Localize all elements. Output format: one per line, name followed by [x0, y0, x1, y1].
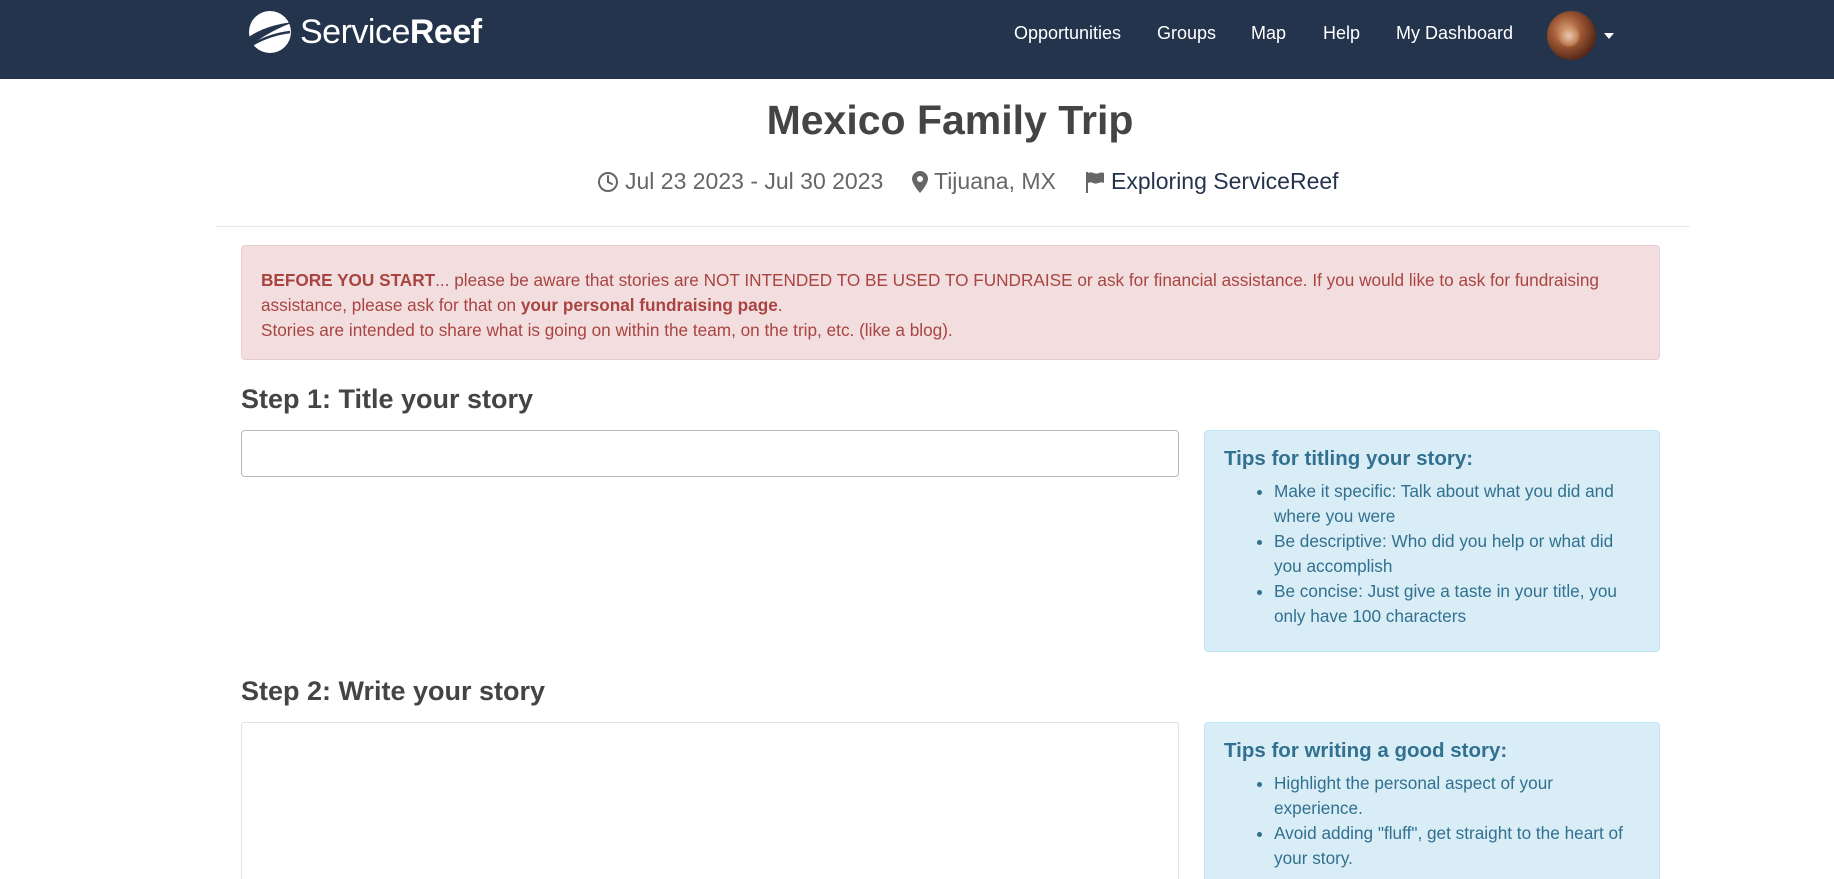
- trip-location: Tijuana, MX: [912, 168, 1056, 195]
- list-item: Avoid adding "fluff", get straight to th…: [1274, 821, 1640, 871]
- alert-text: ... please be aware that stories are NOT…: [261, 270, 1599, 315]
- story-editor[interactable]: [241, 722, 1179, 879]
- page-title: Mexico Family Trip: [766, 97, 1134, 143]
- top-navbar: ServiceReef Opportunities Groups Map Hel…: [0, 0, 1834, 79]
- clock-icon: [598, 171, 618, 192]
- trip-meta: Jul 23 2023 - Jul 30 2023 Tijuana, MX Ex…: [0, 168, 1834, 200]
- flag-icon: [1086, 171, 1104, 193]
- alert-text-secondary: Stories are intended to share what is go…: [261, 320, 953, 340]
- list-item: Make it specific: Talk about what you di…: [1274, 479, 1640, 529]
- nav-my-dashboard[interactable]: My Dashboard: [1396, 23, 1513, 44]
- alert-lead: BEFORE YOU START: [261, 270, 436, 290]
- nav-help[interactable]: Help: [1323, 23, 1360, 44]
- map-marker-icon: [912, 170, 928, 193]
- nav-map[interactable]: Map: [1251, 23, 1286, 44]
- header-divider: [216, 226, 1690, 227]
- writing-tips-heading: Tips for writing a good story:: [1224, 739, 1508, 762]
- trip-dates-text: Jul 23 2023 - Jul 30 2023: [625, 168, 884, 194]
- user-menu-toggle[interactable]: [1547, 11, 1614, 60]
- caret-down-icon: [1604, 32, 1614, 39]
- title-tips-list: Make it specific: Talk about what you di…: [1224, 479, 1640, 629]
- nav-opportunities[interactable]: Opportunities: [1014, 23, 1121, 44]
- step-1-heading: Step 1: Title your story: [241, 384, 534, 414]
- title-tips-heading: Tips for titling your story:: [1224, 447, 1474, 470]
- trip-dates: Jul 23 2023 - Jul 30 2023: [597, 168, 883, 195]
- avatar[interactable]: [1547, 11, 1596, 60]
- trip-location-text: Tijuana, MX: [934, 168, 1056, 194]
- list-item: Be concise: Just give a taste in your ti…: [1274, 579, 1640, 629]
- organization-link[interactable]: Exploring ServiceReef: [1111, 168, 1339, 195]
- step-2-heading: Step 2: Write your story: [241, 676, 546, 706]
- story-title-input[interactable]: [241, 430, 1179, 477]
- title-tips-panel: Tips for titling your story: Make it spe…: [1204, 430, 1660, 652]
- trip-organization: Exploring ServiceReef: [1085, 168, 1339, 195]
- fundraising-page-link[interactable]: your personal fundraising page: [521, 295, 778, 315]
- fundraising-warning-alert: BEFORE YOU START... please be aware that…: [241, 245, 1660, 360]
- list-item: Be descriptive: Who did you help or what…: [1274, 529, 1640, 579]
- writing-tips-panel: Tips for writing a good story: Highlight…: [1204, 722, 1660, 879]
- nav-groups[interactable]: Groups: [1157, 23, 1216, 44]
- list-item: Highlight the personal aspect of your ex…: [1274, 771, 1640, 821]
- writing-tips-list: Highlight the personal aspect of your ex…: [1224, 771, 1640, 871]
